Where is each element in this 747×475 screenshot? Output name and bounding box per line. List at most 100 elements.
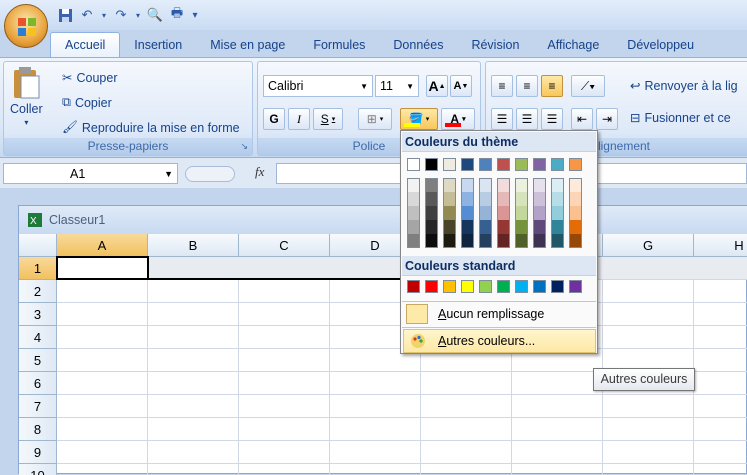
theme-color-swatch[interactable] [551,158,564,171]
theme-shade-swatch[interactable] [407,220,420,234]
theme-color-swatch[interactable] [425,158,438,171]
tab-insertion[interactable]: Insertion [120,32,196,57]
formula-bar-splitter[interactable] [185,166,235,182]
theme-color-swatch[interactable] [533,158,546,171]
font-color-button[interactable]: A ▾ [441,108,475,130]
font-name-dropdown-icon[interactable]: ▼ [360,82,368,91]
name-box[interactable]: A1 ▼ [3,163,178,184]
tab-accueil[interactable]: Accueil [50,32,121,57]
theme-shade-swatch[interactable] [497,192,510,206]
theme-shade-swatch[interactable] [551,178,564,192]
standard-color-swatch[interactable] [425,280,438,293]
align-left-button[interactable]: ☰ [491,108,513,130]
borders-button[interactable]: ⊞ ▾ [358,108,392,130]
standard-color-swatch[interactable] [569,280,582,293]
align-middle-button[interactable]: ≡ [516,75,538,97]
align-right-button[interactable]: ☰ [541,108,563,130]
theme-color-swatch[interactable] [569,158,582,171]
row-header-5[interactable]: 5 [19,349,57,372]
underline-button[interactable]: S ▾ [313,108,343,130]
column-header-c[interactable]: C [239,234,330,257]
theme-shade-swatch[interactable] [533,178,546,192]
theme-shade-swatch[interactable] [407,206,420,220]
theme-shade-swatch[interactable] [515,206,528,220]
theme-shade-swatch[interactable] [551,220,564,234]
print-preview-icon[interactable]: 🔍 [146,6,164,24]
theme-shade-swatch[interactable] [533,192,546,206]
tab-formules[interactable]: Formules [299,32,379,57]
theme-shade-swatch[interactable] [407,178,420,192]
theme-shade-swatch[interactable] [425,192,438,206]
standard-color-swatch[interactable] [515,280,528,293]
theme-shade-swatch[interactable] [461,234,474,248]
theme-color-swatch[interactable] [407,158,420,171]
row-header-10[interactable]: 10 [19,464,57,475]
print-icon[interactable]: 🖶 [168,5,186,24]
theme-shade-swatch[interactable] [569,206,582,220]
standard-color-swatch[interactable] [443,280,456,293]
theme-shade-swatch[interactable] [497,178,510,192]
theme-shade-swatch[interactable] [443,220,456,234]
paste-dropdown-icon[interactable]: ▾ [24,118,28,127]
theme-shade-swatch[interactable] [443,206,456,220]
theme-shade-swatch[interactable] [497,220,510,234]
italic-button[interactable]: I [288,108,310,130]
align-bottom-button[interactable]: ≡ [541,75,563,97]
customize-qat-icon[interactable]: ▾ [190,6,200,24]
theme-shade-swatch[interactable] [515,192,528,206]
orientation-button[interactable]: ⟋▾ [571,75,605,97]
tab-revision[interactable]: Révision [457,32,533,57]
column-header-h[interactable]: H [694,234,747,257]
column-header-a[interactable]: A [57,234,148,257]
theme-shade-swatch[interactable] [425,206,438,220]
theme-shade-swatch[interactable] [479,178,492,192]
theme-shade-swatch[interactable] [533,234,546,248]
theme-shade-swatch[interactable] [569,192,582,206]
tab-mise-en-page[interactable]: Mise en page [196,32,299,57]
spreadsheet-grid[interactable]: ABCDEFGH12345678910 [19,234,747,475]
theme-shade-swatch[interactable] [551,206,564,220]
redo-dropdown-icon[interactable]: ▾ [134,6,142,24]
theme-shade-swatch[interactable] [407,234,420,248]
theme-shade-swatch[interactable] [479,220,492,234]
theme-color-swatch[interactable] [479,158,492,171]
standard-color-swatch[interactable] [479,280,492,293]
undo-icon[interactable]: ↶ [78,6,96,24]
copy-button[interactable]: ⧉ Copier [62,95,112,110]
theme-shade-swatch[interactable] [425,234,438,248]
format-painter-button[interactable]: 🖌 Reproduire la mise en forme [62,120,240,135]
theme-shade-swatch[interactable] [569,220,582,234]
column-header-g[interactable]: G [603,234,694,257]
standard-color-swatch[interactable] [461,280,474,293]
theme-color-swatch[interactable] [497,158,510,171]
decrease-indent-button[interactable]: ⇤ [571,108,593,130]
theme-shade-swatch[interactable] [425,178,438,192]
theme-shade-swatch[interactable] [407,192,420,206]
tab-donnees[interactable]: Données [379,32,457,57]
standard-color-swatch[interactable] [551,280,564,293]
theme-shade-swatch[interactable] [443,192,456,206]
theme-shade-swatch[interactable] [533,206,546,220]
standard-color-swatch[interactable] [533,280,546,293]
active-cell-a1[interactable] [56,256,149,280]
row-header-8[interactable]: 8 [19,418,57,441]
shrink-font-button[interactable]: A ▼ [450,75,472,97]
theme-shade-swatch[interactable] [461,192,474,206]
tab-affichage[interactable]: Affichage [533,32,613,57]
standard-color-swatch[interactable] [407,280,420,293]
row-header-7[interactable]: 7 [19,395,57,418]
theme-shade-swatch[interactable] [551,192,564,206]
align-center-button[interactable]: ☰ [516,108,538,130]
theme-shade-swatch[interactable] [569,234,582,248]
theme-shade-swatch[interactable] [461,178,474,192]
paste-button[interactable]: Coller ▾ [10,66,43,127]
theme-shade-swatch[interactable] [515,234,528,248]
font-size-select[interactable]: 11 ▼ [375,75,419,97]
undo-dropdown-icon[interactable]: ▾ [100,6,108,24]
bold-button[interactable]: G [263,108,285,130]
more-colors-item[interactable]: Autres couleurs... [403,329,596,353]
insert-function-button[interactable]: fx [255,164,264,180]
font-name-select[interactable]: Calibri ▼ [263,75,373,97]
font-size-dropdown-icon[interactable]: ▼ [406,82,414,91]
column-header-b[interactable]: B [148,234,239,257]
